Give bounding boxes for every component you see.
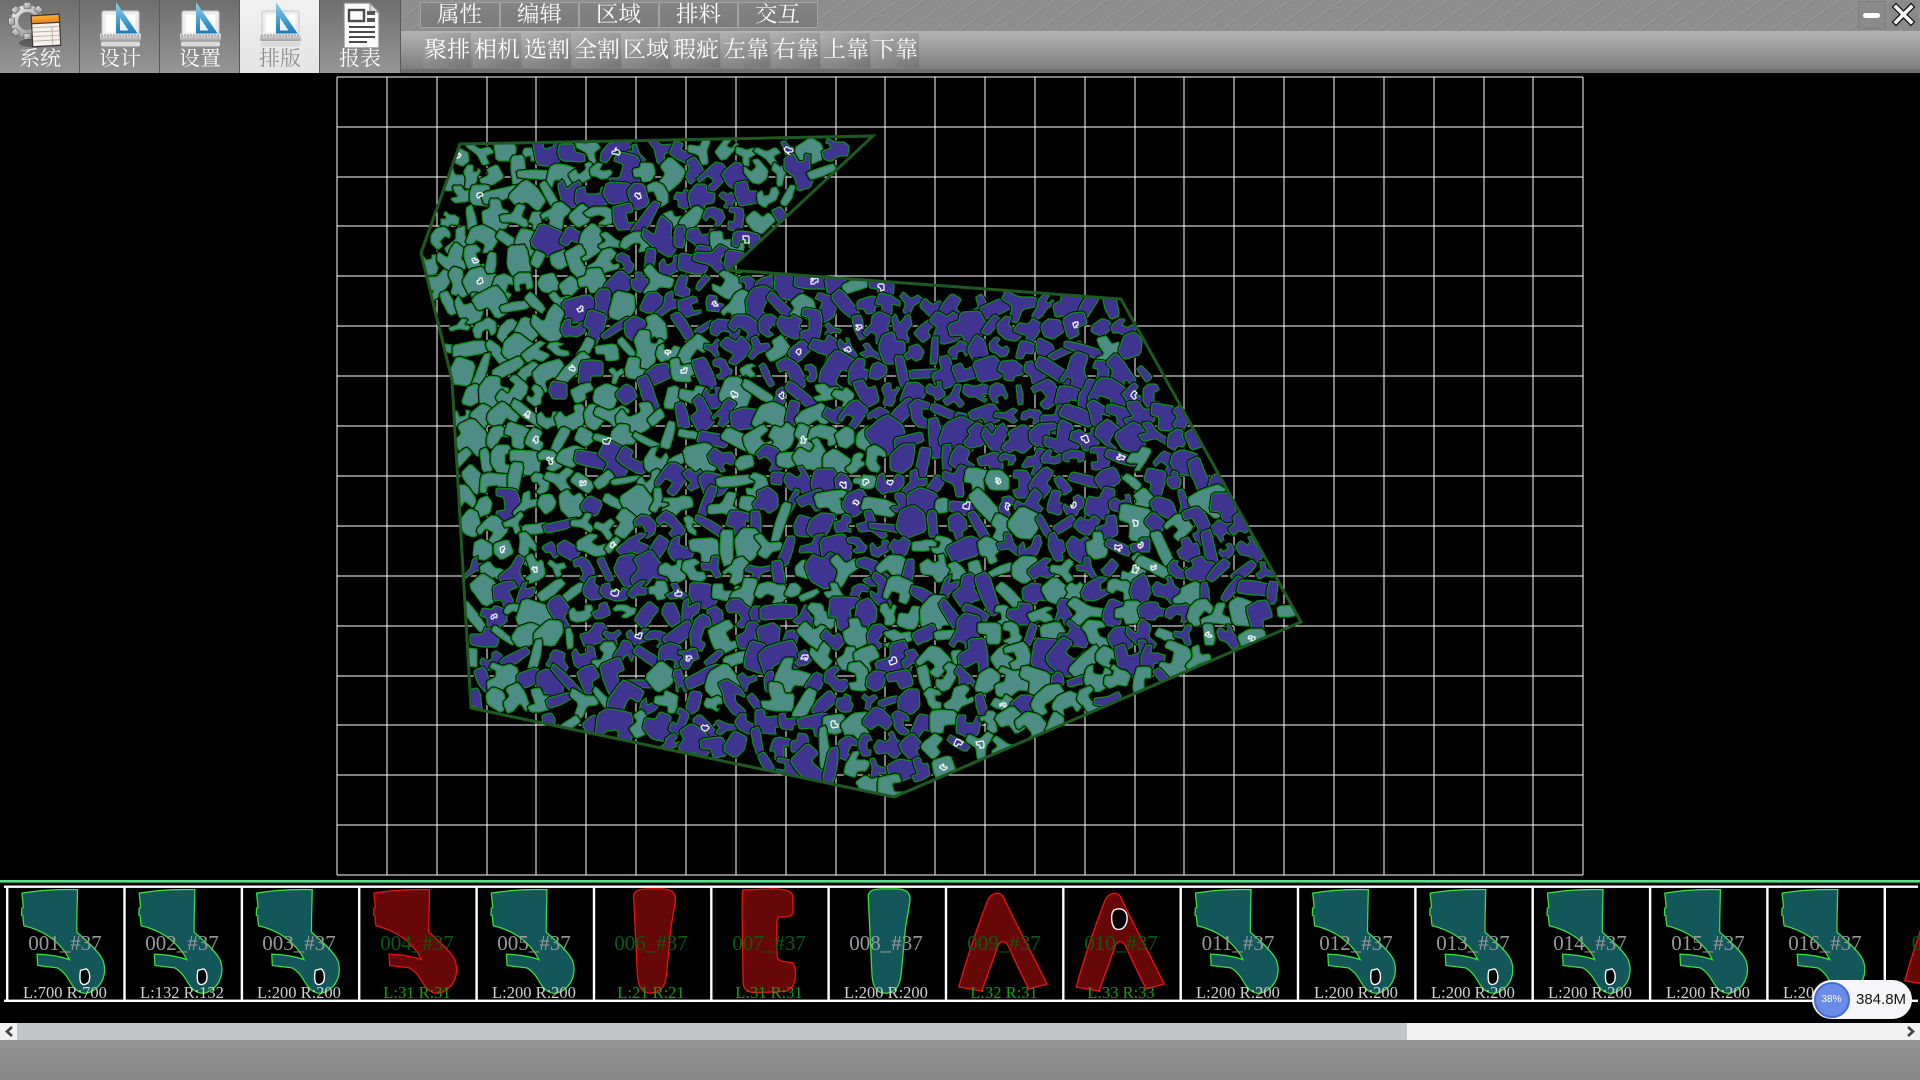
svg-text:L:200 R:200: L:200 R:200 [1196, 983, 1280, 1002]
svg-text:013_#37: 013_#37 [1436, 931, 1510, 955]
svg-text:L:200 R:200: L:200 R:200 [1548, 983, 1632, 1002]
svg-text:L:32 R:31: L:32 R:31 [970, 983, 1037, 1002]
svg-text:009_#37: 009_#37 [967, 931, 1041, 955]
svg-text:003_#37: 003_#37 [262, 931, 336, 955]
svg-text:007_#37: 007_#37 [732, 931, 806, 955]
svg-text:001_#37: 001_#37 [28, 931, 102, 955]
svg-text:014_#37: 014_#37 [1553, 931, 1627, 955]
svg-text:008_#37: 008_#37 [849, 931, 923, 955]
svg-text:L:31 R:31: L:31 R:31 [735, 983, 802, 1002]
svg-text:L:200 R:200: L:200 R:200 [492, 983, 576, 1002]
svg-text:004_#37: 004_#37 [380, 931, 454, 955]
svg-text:L:200 R:200: L:200 R:200 [1431, 983, 1515, 1002]
svg-text:L:200 R:200: L:200 R:200 [1666, 983, 1750, 1002]
svg-text:005_#37: 005_#37 [497, 931, 571, 955]
svg-text:015_#37: 015_#37 [1671, 931, 1745, 955]
svg-text:L:200 R:200: L:200 R:200 [1314, 983, 1398, 1002]
svg-text:L:21 R:21: L:21 R:21 [617, 983, 684, 1002]
svg-text:L:200 R:200: L:200 R:200 [844, 983, 928, 1002]
svg-text:L:700 R:700: L:700 R:700 [23, 983, 107, 1002]
svg-text:006_#37: 006_#37 [614, 931, 688, 955]
svg-text:016_#37: 016_#37 [1788, 931, 1862, 955]
svg-text:L:31 R:31: L:31 R:31 [383, 983, 450, 1002]
svg-text:L:33 R:33: L:33 R:33 [1087, 983, 1154, 1002]
svg-text:010_#37: 010_#37 [1084, 931, 1158, 955]
svg-text:012_#37: 012_#37 [1319, 931, 1393, 955]
svg-text:002_#37: 002_#37 [145, 931, 219, 955]
svg-text:0: 0 [1912, 931, 1920, 955]
svg-text:L:132 R:132: L:132 R:132 [140, 983, 224, 1002]
svg-text:L:200 R:200: L:200 R:200 [257, 983, 341, 1002]
svg-text:011_#37: 011_#37 [1202, 931, 1275, 955]
